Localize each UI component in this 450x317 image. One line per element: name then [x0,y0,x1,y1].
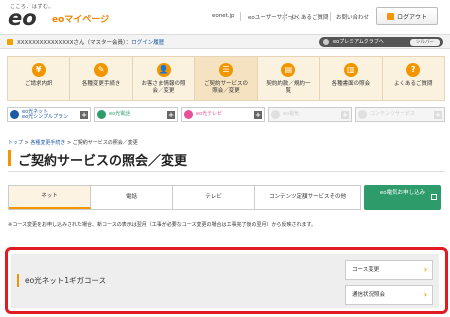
eo-logo[interactable]: eo [8,7,37,29]
electric-icon [271,110,280,119]
menu-billing[interactable]: ¥ ご請求内訳 [8,57,70,100]
logout-button[interactable]: ログアウト [376,7,438,25]
service-eo-tv[interactable]: eo光テレビ + [181,107,265,122]
course-accent-bar [17,274,19,287]
person-icon: 👤 [156,63,171,77]
menu-label: よくあるご質問 [393,81,433,87]
menu-faq[interactable]: ? よくあるご質問 [382,57,444,100]
brand-name[interactable]: eoマイページ [52,12,109,25]
course-change-button[interactable]: コース変更 › [345,260,433,280]
premium-club-link[interactable]: eoプレミアムクラブへ シルバー [319,37,443,47]
tab-net[interactable]: ネット [9,186,91,209]
plus-icon: + [341,111,349,119]
tab-tv[interactable]: テレビ [173,186,255,209]
menu-label: 契約約款／規約一覧 [266,81,311,94]
login-history-link[interactable]: ログイン履歴 [131,40,164,46]
main-menu: ¥ ご請求内訳 ✎ 各種変更手続き 👤 お客さま情報の照会／変更 ☰ ご契約サービスの照… [7,56,445,101]
service-eo-net[interactable]: eo光ネット eo光シンプルプラン + [7,107,91,122]
service-label: コンテンツサービス [370,111,416,117]
page-title-box: ご契約サービスの照会／変更 [8,146,445,172]
question-icon: ? [406,63,421,77]
plus-icon[interactable]: + [167,111,175,119]
net-icon [10,110,19,119]
plus-icon[interactable]: + [80,111,88,119]
service-label: eo光テレビ [196,111,223,117]
menu-label: お客さま情報の照会／変更 [141,81,186,94]
tab-phone[interactable]: 電話 [91,186,173,209]
menu-label: 各種変更手続き [81,81,121,87]
tv-icon [184,110,193,119]
service-label: eo電気 [283,111,300,117]
chevron-right-icon: › [423,290,427,299]
menu-label: ご請求内訳 [24,81,53,87]
service-label: eo光ネット eo光シンプルプラン [22,110,68,120]
menu-customer-info[interactable]: 👤 お客さま情報の照会／変更 [132,57,195,100]
user-name: XXXXXXXXXXXXXXXさん（マスター会員）：ログイン履歴 [17,38,164,46]
title-accent-bar [8,150,11,166]
menu-terms[interactable]: ▤ 契約約款／規約一覧 [257,57,320,100]
course-name: eo光ネット1ギガコース [25,276,107,285]
service-label-sub: eo光シンプルプラン [22,114,68,120]
list-icon: ☰ [218,63,233,77]
nav-divider [284,12,285,21]
user-id: XXXXXXXXXXXXXXX [17,40,74,46]
service-eo-phone[interactable]: eo光電話 + [94,107,178,122]
plus-icon[interactable]: + [254,111,262,119]
page-title: ご契約サービスの照会／変更 [18,154,188,169]
eo-electric-apply-button[interactable]: eo電気お申し込み [364,185,441,210]
menu-procedures[interactable]: ✎ 各種変更手続き [70,57,132,100]
service-label: eo光電話 [109,111,131,117]
nav-eonet[interactable]: eonet.jp [212,13,235,19]
plus-icon: + [434,111,442,119]
member-type: さん（マスター会員）： [73,40,132,46]
menu-documents[interactable]: ▥ 各種書面の照会 [320,57,382,100]
external-link-icon [431,194,437,200]
nav-contact[interactable]: お問い合わせ [336,13,369,21]
service-tabs: ネット 電話 テレビ コンテンツ定額サービスその他 [8,185,361,210]
service-eo-electric: eo電気 + [268,107,352,122]
connection-status-button[interactable]: 通信状況照会 › [345,285,433,305]
logout-label: ログアウト [396,13,427,21]
service-contents: コンテンツサービス + [355,107,445,122]
menu-contract-services[interactable]: ☰ ご契約サービスの照会／変更 [195,57,257,100]
apply-label: eo電気お申し込み [379,190,426,196]
document-icon: ▤ [281,63,296,77]
premium-icon [323,39,329,45]
chevron-right-icon: › [423,265,427,274]
logout-icon [386,12,394,20]
phone-icon [97,110,106,119]
course-change-note: ※コース変更をお申し込みされた場合、新コースの表示は翌月（工事が必要なコース変更… [8,222,316,228]
course-change-label: コース変更 [352,267,380,273]
header: こころ、はずむ。 eo eoマイページ eonet.jp eoユーザーサポート … [0,0,450,34]
user-icon [7,39,13,45]
connection-status-label: 通信状況照会 [352,292,386,298]
nav-divider [240,12,241,21]
menu-label: 各種書面の照会 [331,81,371,87]
breadcrumb: トップ > 各種変更手続き > ご契約サービスの照会／変更 [8,140,138,146]
pencil-icon: ✎ [94,63,109,77]
tab-contents[interactable]: コンテンツ定額サービスその他 [255,186,360,209]
nav-faq[interactable]: よくあるご質問 [290,13,329,21]
premium-label: eoプレミアムクラブへ [333,39,384,45]
contents-icon [358,110,367,119]
menu-label: ご契約サービスの照会／変更 [203,81,248,94]
rank-badge: シルバー [410,38,440,46]
papers-icon: ▥ [343,63,358,77]
yen-icon: ¥ [31,63,46,77]
nav-divider [330,12,331,21]
